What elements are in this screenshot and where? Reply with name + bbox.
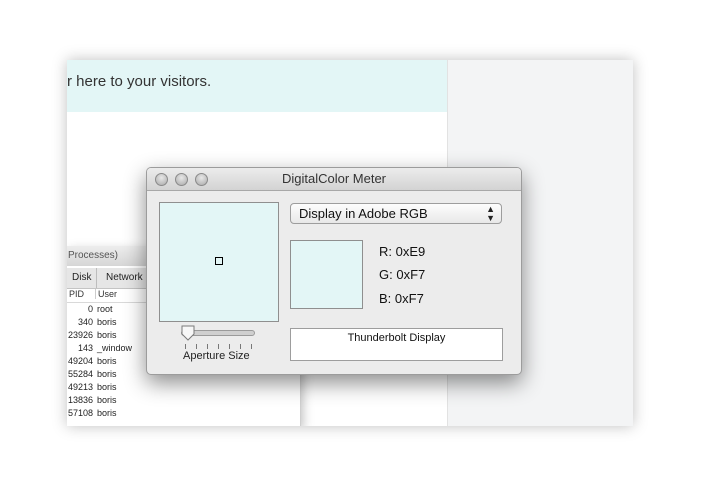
pid-cell: 340: [77, 317, 93, 327]
slider-tick: [196, 344, 197, 349]
title-bar[interactable]: DigitalColor Meter: [147, 168, 521, 191]
tab-network[interactable]: Network: [101, 268, 149, 288]
window-title: DigitalColor Meter: [281, 171, 387, 186]
display-name-field: Thunderbolt Display: [290, 328, 503, 361]
pid-cell: 23926: [67, 330, 93, 340]
slider-tick: [229, 344, 230, 349]
blue-label: B:: [379, 291, 392, 306]
table-row[interactable]: 49213 boris: [67, 382, 300, 395]
display-mode-label: Display in Adobe RGB: [299, 206, 428, 221]
pid-cell: 13836: [67, 395, 93, 405]
welcome-banner: r here to your visitors.: [67, 60, 447, 112]
red-value: 0xE9: [395, 244, 426, 259]
user-cell: boris: [97, 330, 117, 340]
red-readout: R: 0xE9: [379, 244, 425, 259]
user-cell: boris: [97, 317, 117, 327]
slider-tick: [185, 344, 186, 349]
magnified-preview: [159, 202, 279, 322]
aperture-size-label: Aperture Size: [183, 350, 250, 362]
digitalcolor-meter-window: DigitalColor Meter Display in Adobe RGB …: [146, 167, 522, 375]
slider-tick: [207, 344, 208, 349]
tab-disk[interactable]: Disk: [67, 268, 98, 288]
user-cell: _window: [97, 343, 133, 353]
banner-text: r here to your visitors.: [67, 73, 212, 90]
pid-cell: 143: [77, 343, 93, 353]
column-pid[interactable]: PID: [69, 289, 84, 299]
pid-cell: 55284: [67, 369, 93, 379]
blue-readout: B: 0xF7: [379, 291, 424, 306]
column-user[interactable]: User: [95, 289, 117, 299]
green-readout: G: 0xF7: [379, 267, 425, 282]
display-name: Thunderbolt Display: [347, 332, 446, 344]
aperture-slider-knob[interactable]: [181, 325, 195, 341]
popup-arrows-icon: ▲ ▼: [486, 204, 495, 223]
user-cell: root: [97, 304, 113, 314]
user-cell: boris: [97, 356, 117, 366]
blue-value: 0xF7: [394, 291, 424, 306]
green-value: 0xF7: [396, 267, 426, 282]
table-row[interactable]: 57108 boris: [67, 408, 300, 421]
pid-cell: 49213: [67, 382, 93, 392]
user-cell: boris: [97, 395, 117, 405]
color-swatch: [290, 240, 363, 309]
table-row[interactable]: 13836 boris: [67, 395, 300, 408]
pid-cell: 49204: [67, 356, 93, 366]
user-cell: boris: [97, 408, 117, 418]
aperture-square-icon: [215, 257, 223, 265]
pid-cell: 0: [87, 304, 93, 314]
slider-tick: [251, 344, 252, 349]
pid-cell: 57108: [67, 408, 93, 418]
red-label: R:: [379, 244, 392, 259]
user-cell: boris: [97, 369, 117, 379]
display-mode-popup[interactable]: Display in Adobe RGB ▲ ▼: [290, 203, 502, 224]
slider-tick: [240, 344, 241, 349]
slider-tick: [218, 344, 219, 349]
user-cell: boris: [97, 382, 117, 392]
green-label: G:: [379, 267, 393, 282]
